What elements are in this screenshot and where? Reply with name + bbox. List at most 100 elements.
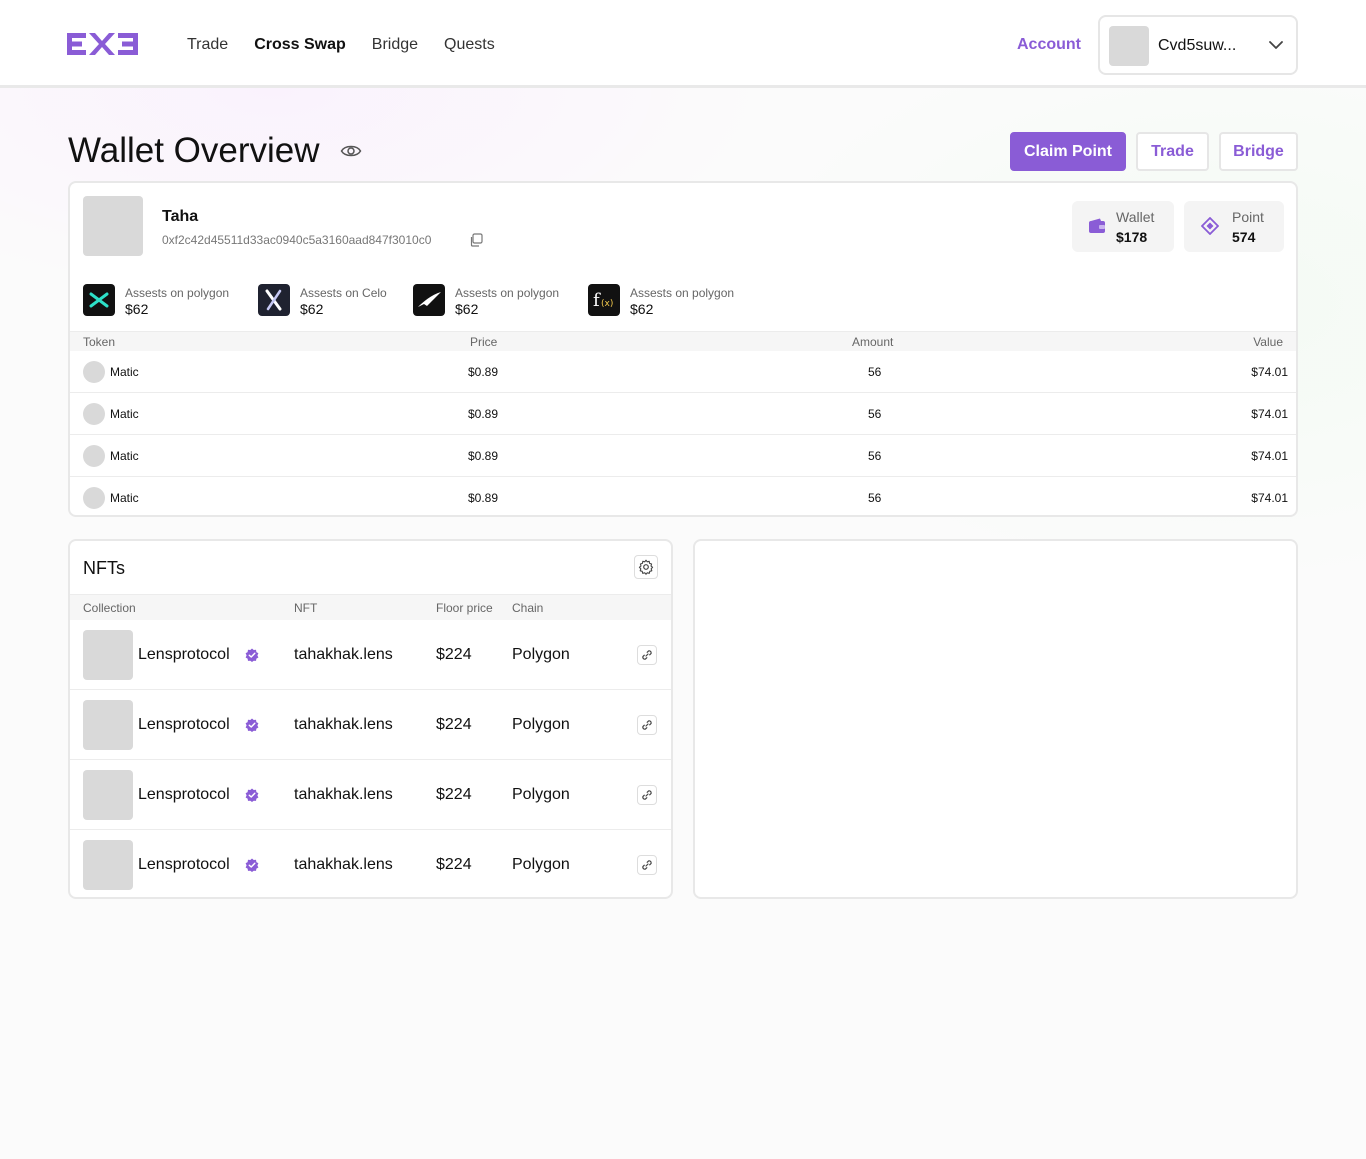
collection-col-header: Collection — [83, 601, 136, 615]
wallet-balance-stat: Wallet $178 — [1072, 201, 1174, 252]
nft-chain: Polygon — [512, 856, 570, 873]
copy-icon[interactable] — [469, 233, 483, 247]
nft-link-button[interactable] — [637, 715, 657, 735]
token-name: Matic — [110, 407, 139, 421]
token-name: Matic — [110, 449, 139, 463]
token-value: $74.01 — [1251, 491, 1288, 505]
wallet-stat-label: Wallet — [1116, 209, 1155, 225]
token-value: $74.01 — [1251, 365, 1288, 379]
nft-link-button[interactable] — [637, 785, 657, 805]
nft-thumbnail — [83, 630, 133, 680]
nft-chain: Polygon — [512, 646, 570, 663]
token-amount: 56 — [868, 365, 882, 379]
token-value: $74.01 — [1251, 407, 1288, 421]
token-icon — [83, 487, 105, 509]
nft-col-header: NFT — [294, 601, 318, 615]
token-amount: 56 — [868, 491, 882, 505]
price-col-header: Price — [470, 335, 498, 349]
account-name: Cvd5suw... — [1158, 37, 1237, 54]
link-icon — [642, 650, 652, 660]
link-icon — [642, 860, 652, 870]
nav-quests[interactable]: Quests — [444, 35, 495, 55]
main-nav: Trade Cross Swap Bridge Quests — [187, 35, 495, 55]
verified-badge-icon — [245, 788, 259, 802]
nft-row[interactable]: Lensprotocol tahakhak.lens $224 Polygon — [70, 620, 671, 690]
floor-col-header: Floor price — [436, 601, 493, 615]
value-col-header: Value — [1253, 335, 1283, 349]
wallet-stat-value: $178 — [1116, 229, 1148, 245]
nft-thumbnail — [83, 770, 133, 820]
nft-chain: Polygon — [512, 716, 570, 733]
token-value: $74.01 — [1251, 449, 1288, 463]
chain-label: Assests on Celo — [300, 286, 387, 300]
claim-point-button[interactable]: Claim Point — [1010, 132, 1126, 171]
nft-link-button[interactable] — [637, 645, 657, 665]
wallet-overview-card: Taha 0xf2c42d45511d33ac0940c5a3160aad847… — [68, 181, 1298, 517]
link-icon — [642, 790, 652, 800]
chain-value: $62 — [630, 301, 654, 317]
celo-x-icon — [258, 284, 290, 316]
nft-row[interactable]: Lensprotocol tahakhak.lens $224 Polygon — [70, 760, 671, 830]
chain-label: Assests on polygon — [630, 286, 735, 300]
nav-cross-swap[interactable]: Cross Swap — [254, 35, 346, 55]
nft-chain: Polygon — [512, 786, 570, 803]
nav-trade[interactable]: Trade — [187, 35, 228, 55]
nfts-title: NFTs — [83, 558, 125, 578]
chain-col-header: Chain — [512, 601, 544, 615]
wallet-address: 0xf2c42d45511d33ac0940c5a3160aad847f3010… — [162, 233, 432, 247]
nft-thumbnail — [83, 700, 133, 750]
svg-text:(x): (x) — [601, 299, 613, 309]
point-stat-value: 574 — [1232, 229, 1256, 245]
chain-label: Assests on polygon — [455, 286, 560, 300]
polygon-icon — [83, 284, 115, 316]
token-name: Matic — [110, 491, 139, 505]
nft-floor-price: $224 — [436, 646, 472, 663]
nft-table-header: Collection NFT Floor price Chain — [70, 594, 671, 620]
ex3-logo[interactable] — [67, 31, 139, 57]
chevron-down-icon — [1269, 41, 1283, 49]
point-stat-label: Point — [1232, 209, 1264, 225]
token-amount: 56 — [868, 407, 882, 421]
fx-icon: f (x) — [588, 284, 620, 316]
chain-value: $62 — [300, 301, 324, 317]
account-link[interactable]: Account — [1017, 35, 1081, 55]
token-name: Matic — [110, 365, 139, 379]
user-name: Taha — [162, 208, 199, 225]
link-icon — [642, 720, 652, 730]
page-title: Wallet Overview — [68, 131, 320, 170]
nav-bridge[interactable]: Bridge — [372, 35, 418, 55]
nft-collection: Lensprotocol — [138, 716, 230, 733]
user-avatar — [83, 196, 143, 256]
nft-link-button[interactable] — [637, 855, 657, 875]
nft-row[interactable]: Lensprotocol tahakhak.lens $224 Polygon — [70, 690, 671, 760]
account-dropdown[interactable]: Cvd5suw... — [1098, 15, 1298, 75]
diamond-icon — [1201, 217, 1219, 235]
token-row[interactable]: Matic $0.89 56 $74.01 — [70, 351, 1296, 393]
token-icon — [83, 403, 105, 425]
token-price: $0.89 — [468, 365, 499, 379]
nft-floor-price: $224 — [436, 786, 472, 803]
chain-label: Assests on polygon — [125, 286, 230, 300]
token-row[interactable]: Matic $0.89 56 $74.01 — [70, 435, 1296, 477]
wallet-icon — [1089, 218, 1105, 233]
verified-badge-icon — [245, 858, 259, 872]
bird-icon — [413, 284, 445, 316]
token-price: $0.89 — [468, 449, 499, 463]
token-price: $0.89 — [468, 407, 499, 421]
nft-name: tahakhak.lens — [294, 646, 393, 663]
nft-settings-button[interactable] — [634, 555, 658, 579]
nft-collection: Lensprotocol — [138, 786, 230, 803]
nft-collection: Lensprotocol — [138, 646, 230, 663]
token-row[interactable]: Matic $0.89 56 $74.01 — [70, 477, 1296, 515]
token-price: $0.89 — [468, 491, 499, 505]
bridge-button[interactable]: Bridge — [1219, 132, 1298, 171]
trade-button[interactable]: Trade — [1136, 132, 1209, 171]
token-row[interactable]: Matic $0.89 56 $74.01 — [70, 393, 1296, 435]
token-amount: 56 — [868, 449, 882, 463]
nft-row[interactable]: Lensprotocol tahakhak.lens $224 Polygon — [70, 830, 671, 897]
eye-icon[interactable] — [340, 140, 362, 162]
nft-floor-price: $224 — [436, 716, 472, 733]
token-col-header: Token — [83, 335, 116, 349]
nft-collection: Lensprotocol — [138, 856, 230, 873]
gear-icon — [638, 559, 654, 575]
